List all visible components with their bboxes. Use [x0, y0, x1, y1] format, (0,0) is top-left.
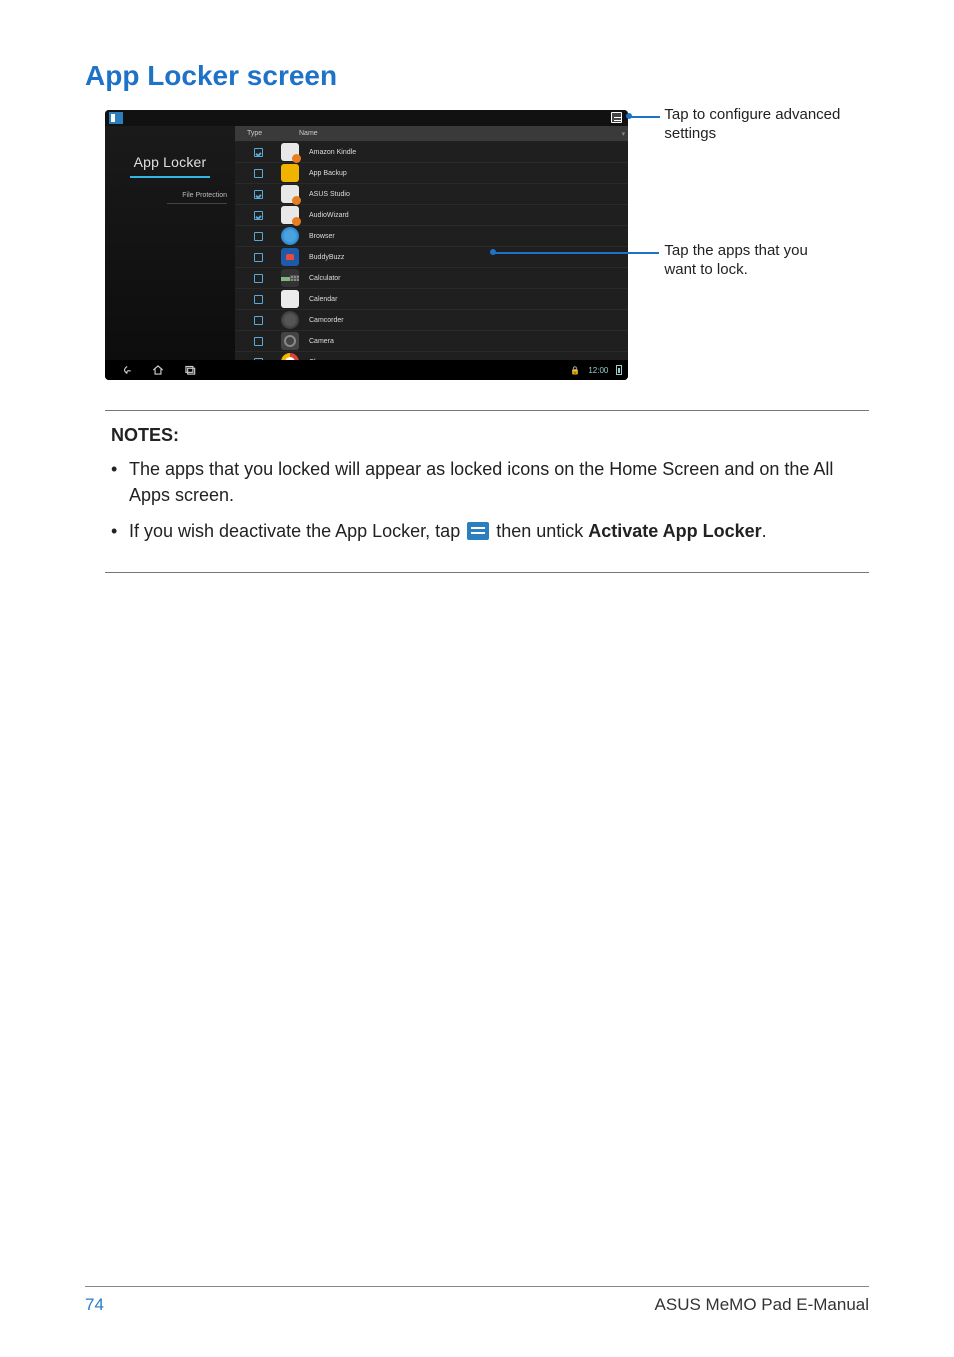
app-checkbox[interactable]: [235, 190, 281, 199]
app-row[interactable]: App Backup: [235, 163, 628, 184]
list-header: Type Name ▾: [235, 126, 628, 142]
app-checkbox[interactable]: [235, 316, 281, 325]
sidebar: App Locker File Protection: [105, 126, 235, 360]
app-label: Browser: [309, 233, 335, 240]
app-label: Camera: [309, 338, 334, 345]
app-checkbox[interactable]: [235, 337, 281, 346]
app-icon: [281, 185, 299, 203]
callout-text-l1: Tap the apps that you: [664, 242, 807, 259]
col-type: Type: [235, 130, 281, 137]
callout-settings: Tap to configure advanced settings: [664, 106, 869, 144]
sidebar-underline: [130, 176, 210, 178]
app-checkbox[interactable]: [235, 148, 281, 157]
app-icon: [281, 290, 299, 308]
app-icon: [281, 206, 299, 224]
home-icon[interactable]: [151, 363, 165, 377]
app-row[interactable]: Amazon Kindle: [235, 142, 628, 163]
app-label: BuddyBuzz: [309, 254, 344, 261]
app-list: Type Name ▾ Amazon Kindle App Backup ASUS …: [235, 126, 628, 360]
app-icon: [281, 143, 299, 161]
app-row[interactable]: AudioWizard: [235, 205, 628, 226]
app-icon: [281, 164, 299, 182]
app-icon: [281, 227, 299, 245]
nav-bar: 🔒 12:00: [105, 360, 628, 380]
page-footer: 74 ASUS MeMO Pad E-Manual: [85, 1286, 869, 1315]
app-icon: [281, 311, 299, 329]
app-checkbox[interactable]: [235, 253, 281, 262]
app-checkbox[interactable]: [235, 274, 281, 283]
callouts: Tap to configure advanced settings Tap t…: [636, 110, 869, 380]
settings-icon-inline: [467, 522, 489, 540]
status-bar: [105, 110, 628, 126]
app-row[interactable]: Calculator: [235, 268, 628, 289]
app-label: Amazon Kindle: [309, 149, 356, 156]
callout-text: Tap to configure advanced settings: [664, 106, 840, 142]
app-row[interactable]: Calendar: [235, 289, 628, 310]
app-icon: [281, 332, 299, 350]
app-row[interactable]: Browser: [235, 226, 628, 247]
note-text-2: If you wish deactivate the App Locker, t…: [129, 518, 863, 544]
manual-page: App Locker screen App Locker File Protec…: [0, 0, 954, 1357]
notes-box: NOTES: The apps that you locked will app…: [105, 410, 869, 573]
settings-icon[interactable]: [611, 112, 622, 123]
app-label: Camcorder: [309, 317, 344, 324]
figure-row: App Locker File Protection Type Name ▾ A…: [105, 110, 869, 380]
app-label: Calculator: [309, 275, 341, 282]
notes-heading: NOTES:: [111, 425, 863, 446]
device-screenshot: App Locker File Protection Type Name ▾ A…: [105, 110, 628, 380]
callout-text-l2: want to lock.: [664, 261, 747, 278]
app-row[interactable]: BuddyBuzz: [235, 247, 628, 268]
callout-tap-apps: Tap the apps that you want to lock.: [664, 242, 807, 280]
sidebar-sub[interactable]: File Protection: [105, 192, 235, 199]
app-row[interactable]: Camera: [235, 331, 628, 352]
statusbar-app-icon: [109, 112, 123, 124]
app-icon: [281, 269, 299, 287]
note-text-1: The apps that you locked will appear as …: [129, 456, 863, 508]
recent-icon[interactable]: [183, 363, 197, 377]
app-label: AudioWizard: [309, 212, 349, 219]
app-checkbox[interactable]: [235, 211, 281, 220]
note-item-2: If you wish deactivate the App Locker, t…: [111, 518, 863, 544]
product-name: ASUS MeMO Pad E-Manual: [655, 1295, 869, 1315]
section-title: App Locker screen: [85, 60, 869, 92]
app-row[interactable]: Camcorder: [235, 310, 628, 331]
app-checkbox[interactable]: [235, 232, 281, 241]
app-checkbox[interactable]: [235, 169, 281, 178]
app-label: ASUS Studio: [309, 191, 350, 198]
back-icon[interactable]: [119, 363, 133, 377]
app-icon: [281, 248, 299, 266]
app-checkbox[interactable]: [235, 295, 281, 304]
note-item-1: The apps that you locked will appear as …: [111, 456, 863, 508]
scroll-hint: ▾: [618, 130, 628, 138]
app-label: Calendar: [309, 296, 337, 303]
page-number: 74: [85, 1295, 104, 1315]
sidebar-sub-line: [167, 203, 227, 204]
sidebar-title: App Locker: [105, 154, 235, 170]
app-row[interactable]: ASUS Studio: [235, 184, 628, 205]
lock-icon: 🔒: [570, 366, 580, 375]
app-label: App Backup: [309, 170, 347, 177]
clock-time: 12:00: [588, 366, 608, 375]
col-name: Name: [281, 130, 318, 137]
battery-icon: [616, 365, 622, 375]
